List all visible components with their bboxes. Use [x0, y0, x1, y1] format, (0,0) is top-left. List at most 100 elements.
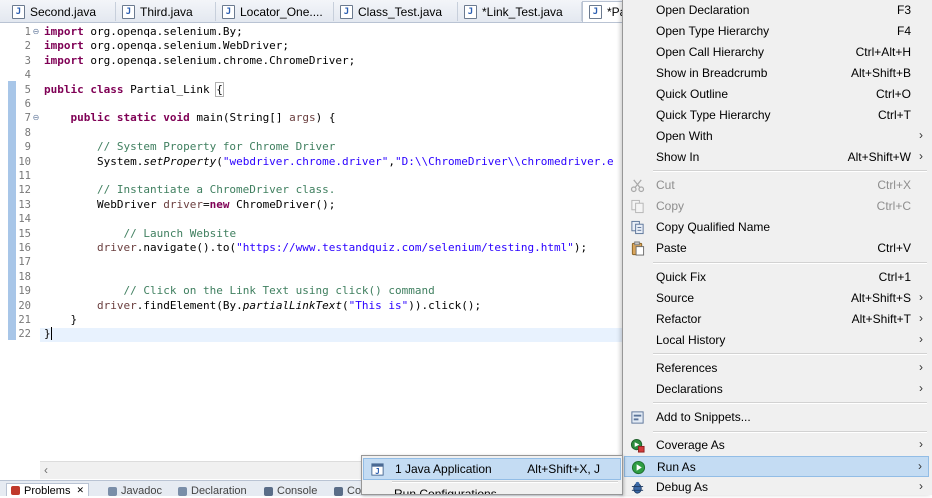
menu-item-quick-type-hierarchy[interactable]: Quick Type Hierarchy Ctrl+T — [624, 105, 929, 126]
menu-item-open-call-hierarchy[interactable]: Open Call Hierarchy Ctrl+Alt+H — [624, 42, 929, 63]
tab-problems[interactable]: Problems ✕ — [6, 483, 90, 496]
javadoc-icon — [108, 486, 117, 496]
menu-item-shortcut: Ctrl+1 — [878, 270, 911, 284]
run-as-submenu: J 1 Java Application Alt+Shift+X, J Run … — [361, 455, 623, 495]
scroll-left-icon[interactable]: ‹ — [44, 463, 48, 477]
menu-item-add-to-snippets[interactable]: Add to Snippets... — [624, 407, 929, 428]
java-file-icon: J — [12, 4, 25, 19]
code-text: org.openqa.selenium.WebDriver; — [83, 39, 290, 53]
menu-item-label: Run As — [657, 460, 696, 474]
menu-item-label: Quick Type Hierarchy — [656, 108, 771, 122]
line-number: 13 — [18, 198, 31, 211]
tab-console[interactable]: Console — [264, 485, 317, 496]
menu-item-shortcut: Ctrl+Alt+H — [855, 45, 911, 59]
declaration-icon — [178, 486, 187, 496]
submenu-item-label: 1 Java Application — [395, 462, 492, 476]
tab-link-test-java[interactable]: J *Link_Test.java — [458, 2, 582, 21]
menu-item-show-in[interactable]: Show In Alt+Shift+W › — [624, 147, 929, 168]
line-number: 4 — [24, 69, 31, 82]
menu-item-label: Quick Fix — [656, 270, 707, 284]
menu-item-shortcut: Alt+Shift+T — [851, 312, 911, 326]
menu-item-label: Declarations — [656, 382, 723, 396]
code-line: // Instantiate a ChromeDriver class. — [44, 183, 335, 197]
method-name: partialLinkText — [242, 298, 343, 312]
code-editor[interactable]: 1 2 3 4 5 6 7 8 9 10 11 12 13 14 15 16 1… — [0, 23, 623, 479]
line-number: 20 — [18, 299, 31, 312]
menu-item-label: Open Type Hierarchy — [656, 24, 770, 38]
menu-item-run-as[interactable]: Run As › — [624, 456, 929, 477]
code-text: org.openqa.selenium.chrome.ChromeDriver; — [83, 53, 356, 67]
submenu-item-shortcut: Alt+Shift+X, J — [527, 462, 600, 476]
fold-collapse-icon[interactable]: ⊖ — [32, 111, 40, 125]
code-text: .navigate().to( — [136, 241, 237, 254]
variable: driver — [96, 241, 137, 254]
menu-item-source[interactable]: Source Alt+Shift+S › — [624, 288, 929, 309]
menu-item-label: Coverage As — [656, 438, 725, 452]
menu-item-shortcut: Ctrl+T — [878, 108, 911, 122]
method-name: setProperty — [143, 154, 217, 168]
string-literal: "D:\\ChromeDriver\\chromedriver.e — [395, 154, 614, 168]
variable: driver — [96, 298, 137, 312]
menu-item-quick-outline[interactable]: Quick Outline Ctrl+O — [624, 84, 929, 105]
tab-third-java[interactable]: J Third.java — [116, 2, 216, 21]
menu-item-label: Copy Qualified Name — [656, 220, 771, 234]
menu-item-quick-fix[interactable]: Quick Fix Ctrl+1 — [624, 267, 929, 288]
code-text: WebDriver — [96, 197, 164, 211]
keyword: public — [70, 111, 111, 125]
code-line: driver.findElement(By.partialLinkText("T… — [44, 299, 481, 313]
menu-item-references[interactable]: References › — [624, 358, 929, 379]
menu-item-coverage-as[interactable]: Coverage As › — [624, 435, 929, 456]
menu-item-copy[interactable]: Copy Ctrl+C — [624, 196, 929, 217]
chevron-right-icon: › — [918, 459, 922, 473]
string-literal: "webdriver.chrome.driver" — [222, 154, 389, 168]
code-line: import org.openqa.selenium.By; — [44, 25, 243, 39]
menu-item-open-with[interactable]: Open With › — [624, 126, 929, 147]
menu-item-local-history[interactable]: Local History › — [624, 330, 929, 351]
comment: // Launch Website — [123, 226, 237, 240]
string-literal: "https://www.testandquiz.com/selenium/te… — [236, 241, 574, 254]
code-text: System. — [96, 154, 144, 168]
keyword: public — [44, 82, 84, 96]
menu-item-paste[interactable]: Paste Ctrl+V — [624, 238, 929, 259]
tab-locator-one[interactable]: J Locator_One.... — [216, 2, 334, 21]
close-icon[interactable]: ✕ — [76, 485, 84, 496]
tab-declaration[interactable]: Declaration — [178, 485, 247, 496]
tab-coverage[interactable]: Co — [334, 485, 361, 496]
code-text: } — [70, 313, 78, 326]
comment: // System Property for Chrome Driver — [96, 140, 336, 154]
line-number: 11 — [18, 170, 31, 182]
console-icon — [264, 486, 273, 496]
class-name: Partial_Link — [123, 82, 217, 96]
string-literal: "This is" — [348, 298, 409, 312]
menu-item-label: Copy — [656, 199, 685, 213]
menu-item-shortcut: Ctrl+X — [877, 178, 911, 192]
fold-collapse-icon[interactable]: ⊖ — [32, 25, 40, 39]
menu-item-label: Add to Snippets... — [656, 410, 751, 424]
scissors-icon — [630, 179, 645, 193]
copy-icon — [631, 199, 644, 214]
submenu-item-java-application[interactable]: J 1 Java Application Alt+Shift+X, J — [363, 458, 621, 480]
menu-item-cut[interactable]: Cut Ctrl+X — [624, 175, 929, 196]
tab-partial-link-java[interactable]: J *Pa — [582, 1, 627, 22]
tab-second-java[interactable]: J Second.java — [6, 2, 116, 21]
java-file-icon: J — [340, 4, 353, 19]
keyword: import — [44, 39, 84, 53]
menu-item-label: Open Declaration — [656, 3, 750, 17]
menu-item-copy-qualified-name[interactable]: Copy Qualified Name — [624, 217, 929, 238]
menu-item-declarations[interactable]: Declarations › — [624, 379, 929, 400]
code-line: public class Partial_Link { — [44, 81, 224, 97]
tab-class-test-java[interactable]: J Class_Test.java — [334, 2, 458, 21]
tab-javadoc[interactable]: Javadoc — [108, 485, 162, 496]
menu-item-refactor[interactable]: Refactor Alt+Shift+T › — [624, 309, 929, 330]
problems-icon — [11, 486, 20, 495]
overview-ruler — [0, 23, 8, 459]
chevron-right-icon: › — [919, 332, 923, 346]
menu-item-open-declaration[interactable]: Open Declaration F3 — [624, 0, 929, 21]
line-number: 21 — [18, 314, 31, 326]
menu-item-open-type-hierarchy[interactable]: Open Type Hierarchy F4 — [624, 21, 929, 42]
submenu-item-run-configurations[interactable]: Run Configurations... — [363, 484, 621, 494]
svg-text:J: J — [375, 467, 380, 476]
menu-item-show-in-breadcrumb[interactable]: Show in Breadcrumb Alt+Shift+B — [624, 63, 929, 84]
code-text: } — [44, 327, 51, 341]
menu-item-shortcut: Alt+Shift+S — [850, 291, 911, 305]
